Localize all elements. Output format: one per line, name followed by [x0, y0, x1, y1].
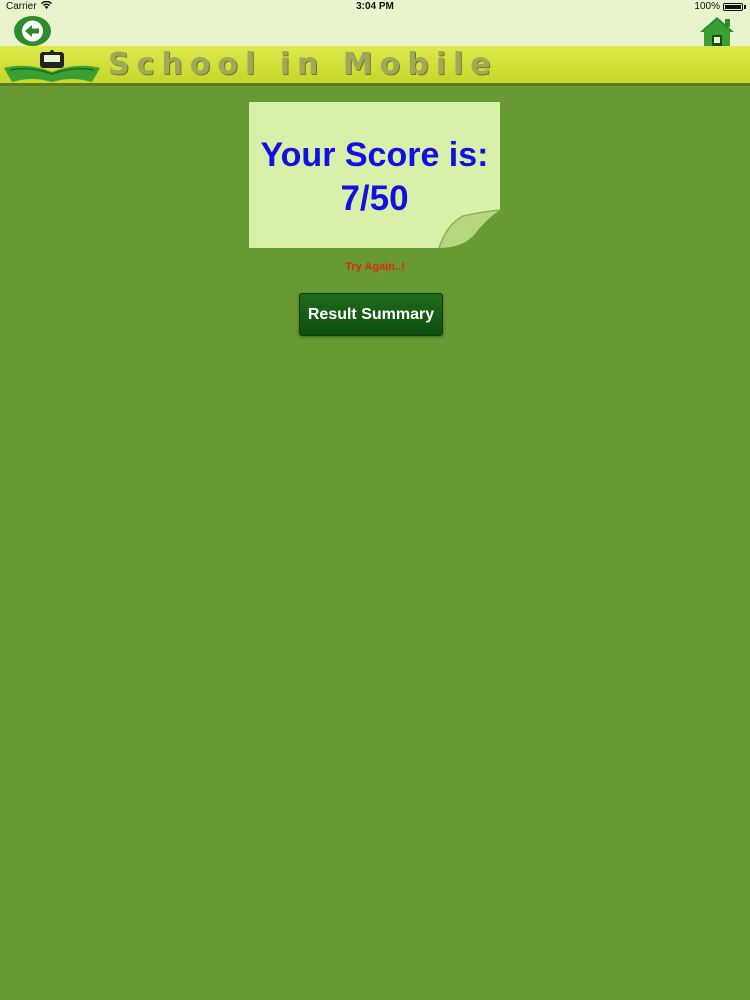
nav-bar	[0, 14, 750, 46]
sticky-note-shape	[249, 102, 500, 248]
battery-icon	[723, 2, 743, 11]
feedback-text: Try Again..!	[345, 261, 405, 273]
score-card: Your Score is: 7/50	[249, 102, 500, 248]
status-right: 100%	[694, 1, 746, 12]
score-title: Your Score is:	[260, 136, 489, 174]
status-time: 3:04 PM	[356, 1, 394, 12]
app-banner: School in Mobile	[0, 46, 750, 86]
banner-title: School in Mobile	[108, 47, 498, 82]
home-icon	[700, 17, 734, 46]
book-logo-icon	[4, 50, 100, 82]
back-button[interactable]	[14, 16, 51, 46]
result-summary-button[interactable]: Result Summary	[299, 293, 443, 336]
battery-tip	[744, 4, 746, 9]
status-bar: Carrier 3:04 PM 100%	[0, 0, 750, 14]
back-arrow-icon	[22, 20, 43, 42]
home-button[interactable]	[698, 15, 736, 47]
score-value: 7/50	[340, 179, 409, 218]
battery-percent: 100%	[694, 1, 720, 12]
